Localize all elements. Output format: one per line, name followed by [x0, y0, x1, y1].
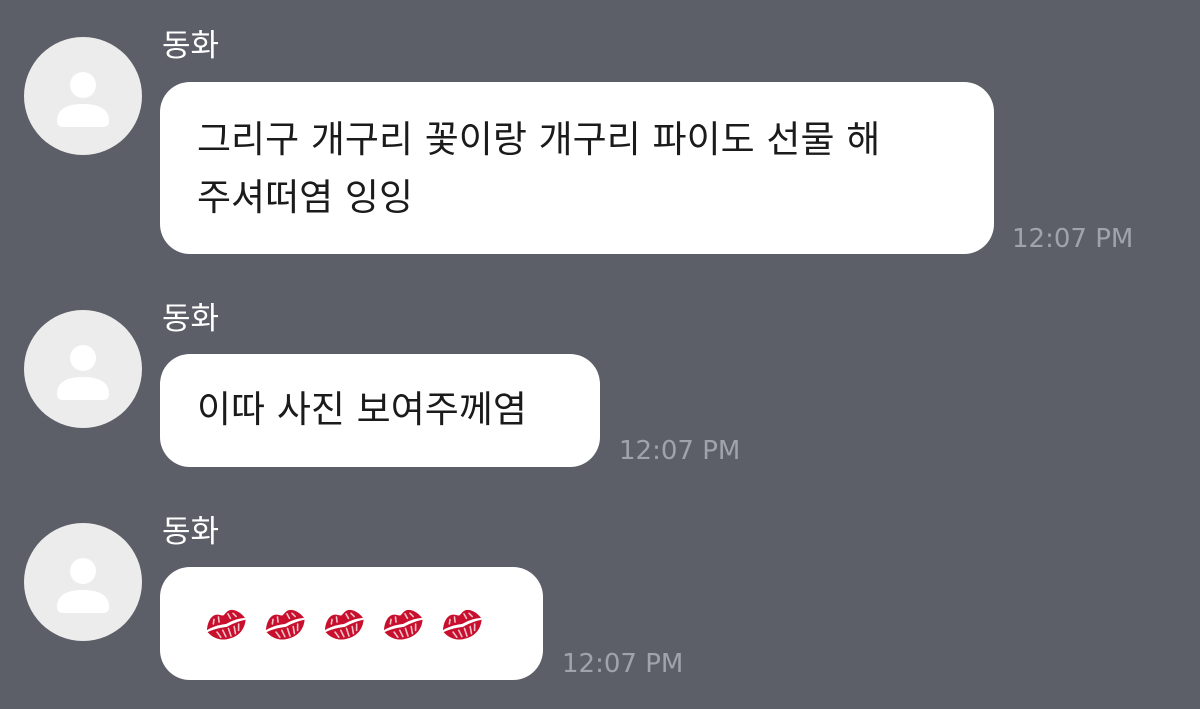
- message-bubble[interactable]: [160, 567, 543, 680]
- kiss-mark-icon: [206, 609, 246, 640]
- avatar[interactable]: [24, 523, 142, 641]
- chat-message-list[interactable]: 동화 그리구 개구리 꽃이랑 개구리 파이도 선물 해 주셔떠염 잉잉 12:0…: [0, 0, 1200, 709]
- kiss-mark-icon: [324, 609, 364, 640]
- kiss-mark-icon: [442, 609, 482, 640]
- message-timestamp: 12:07 PM: [562, 649, 684, 679]
- emoji-row: [203, 604, 485, 644]
- message-3: 동화 12:07 PM: [0, 0, 1200, 709]
- kiss-mark-icon: [265, 609, 305, 640]
- kiss-mark-icon: [383, 609, 423, 640]
- default-user-icon: [57, 558, 109, 613]
- sender-name: 동화: [162, 514, 220, 550]
